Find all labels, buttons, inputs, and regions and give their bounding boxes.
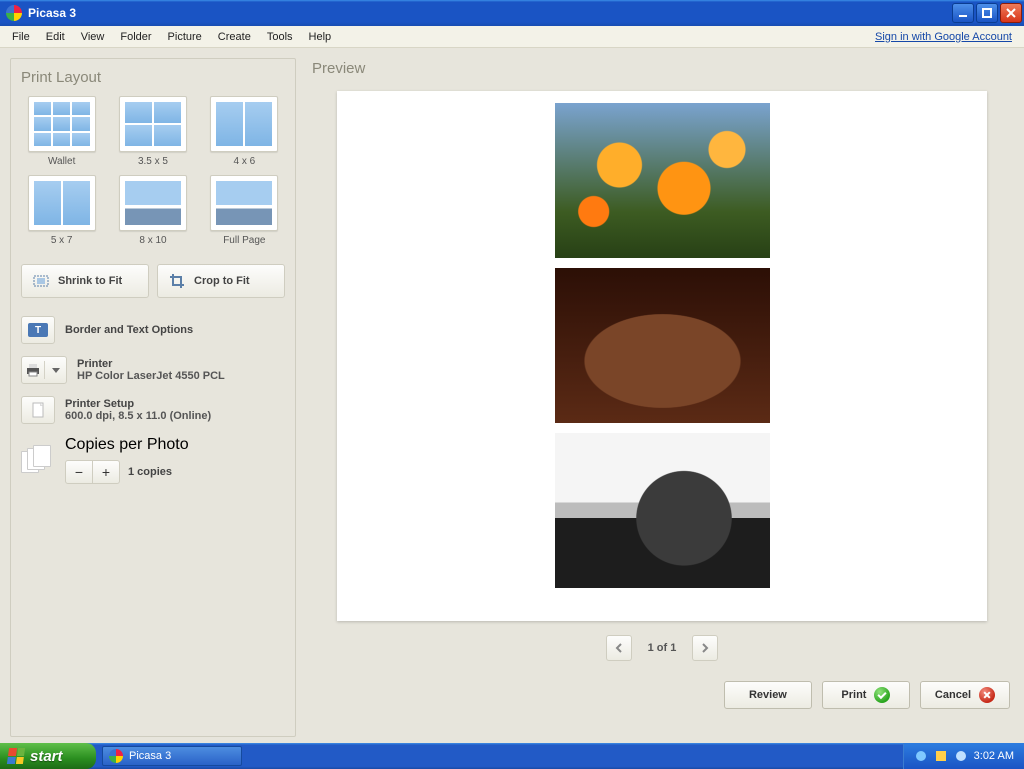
tray-icon-2 <box>934 749 948 763</box>
system-tray[interactable]: 3:02 AM <box>903 743 1024 769</box>
picasa-logo-icon <box>6 5 22 21</box>
copies-label: Copies per Photo <box>65 436 189 454</box>
taskbar-app-picasa[interactable]: Picasa 3 <box>102 746 242 766</box>
copies-icon <box>21 445 55 475</box>
pager-label: 1 of 1 <box>648 642 677 654</box>
layout-label: 4 x 6 <box>233 156 255 167</box>
preview-page <box>337 91 987 621</box>
window-titlebar: Picasa 3 <box>0 0 1024 26</box>
tray-icon-1 <box>914 749 928 763</box>
menu-view[interactable]: View <box>73 29 113 45</box>
start-button[interactable]: start <box>0 743 96 769</box>
layout-5x7[interactable]: 5 x 7 <box>21 175 102 246</box>
pager-prev-button[interactable] <box>606 635 632 661</box>
border-text-options-button[interactable]: T Border and Text Options <box>21 316 285 344</box>
close-button[interactable] <box>1000 3 1022 23</box>
window-title: Picasa 3 <box>28 6 950 20</box>
crop-icon <box>168 272 186 290</box>
print-button[interactable]: Print <box>822 681 910 709</box>
crop-to-fit-button[interactable]: Crop to Fit <box>157 264 285 298</box>
check-icon <box>874 687 890 703</box>
layout-label: 3.5 x 5 <box>138 156 168 167</box>
review-button[interactable]: Review <box>724 681 812 709</box>
print-layout-heading: Print Layout <box>21 69 285 86</box>
menu-edit[interactable]: Edit <box>38 29 73 45</box>
chevron-down-icon <box>52 368 60 373</box>
preview-photo-2 <box>555 268 770 423</box>
clock: 3:02 AM <box>974 750 1014 762</box>
maximize-button[interactable] <box>976 3 998 23</box>
preview-photo-1 <box>555 103 770 258</box>
shrink-to-fit-button[interactable]: Shrink to Fit <box>21 264 149 298</box>
picasa-logo-icon <box>109 749 123 763</box>
menu-folder[interactable]: Folder <box>112 29 159 45</box>
layout-full-page[interactable]: Full Page <box>204 175 285 246</box>
menu-file[interactable]: File <box>4 29 38 45</box>
menu-picture[interactable]: Picture <box>160 29 210 45</box>
minimize-button[interactable] <box>952 3 974 23</box>
layout-wallet[interactable]: Wallet <box>21 96 102 167</box>
layout-label: Full Page <box>223 235 265 246</box>
layout-label: Wallet <box>48 156 75 167</box>
preview-heading: Preview <box>312 60 1014 77</box>
shrink-icon <box>32 272 50 290</box>
windows-logo-icon <box>7 748 25 764</box>
page-icon <box>29 401 47 419</box>
cancel-button[interactable]: Cancel <box>920 681 1010 709</box>
menu-tools[interactable]: Tools <box>259 29 301 45</box>
tray-icon-3 <box>954 749 968 763</box>
copies-value: 1 copies <box>128 466 172 478</box>
menu-create[interactable]: Create <box>210 29 259 45</box>
printer-setup-button[interactable]: Printer Setup 600.0 dpi, 8.5 x 11.0 (Onl… <box>21 396 285 424</box>
printer-icon <box>24 361 42 379</box>
copies-decrement-button[interactable]: − <box>65 460 93 484</box>
copies-increment-button[interactable]: + <box>92 460 120 484</box>
taskbar: start Picasa 3 3:02 AM <box>0 743 1024 769</box>
layout-8x10[interactable]: 8 x 10 <box>112 175 193 246</box>
printer-selector[interactable]: Printer HP Color LaserJet 4550 PCL <box>21 356 285 384</box>
preview-panel: Preview 1 of 1 Review Print Cancel <box>310 58 1014 737</box>
layout-4x6[interactable]: 4 x 6 <box>204 96 285 167</box>
pager-next-button[interactable] <box>692 635 718 661</box>
layout-label: 5 x 7 <box>51 235 73 246</box>
google-signin-link[interactable]: Sign in with Google Account <box>875 31 1020 43</box>
cancel-icon <box>979 687 995 703</box>
preview-photo-3 <box>555 433 770 588</box>
print-layout-panel: Print Layout Wallet 3.5 x 5 <box>10 58 296 737</box>
menu-help[interactable]: Help <box>301 29 340 45</box>
layout-3_5x5[interactable]: 3.5 x 5 <box>112 96 193 167</box>
text-options-icon: T <box>28 323 48 337</box>
layout-label: 8 x 10 <box>139 235 166 246</box>
menubar: File Edit View Folder Picture Create Too… <box>0 26 1024 48</box>
